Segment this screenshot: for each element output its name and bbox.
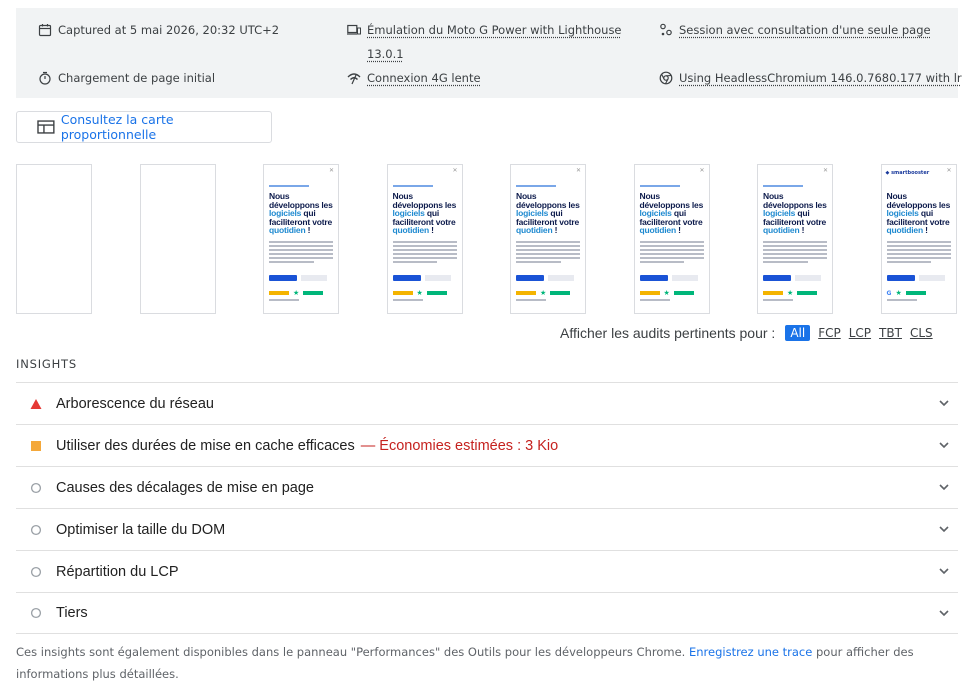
neutral-circle-icon: [30, 607, 42, 619]
neutral-circle-icon: [30, 566, 42, 578]
insight-row[interactable]: Optimiser la taille du DOM: [16, 508, 958, 550]
wifi-icon: [347, 71, 361, 85]
close-icon: ✕: [575, 167, 581, 174]
browser-info[interactable]: Using HeadlessChromium 146.0.7680.177 wi…: [659, 71, 962, 85]
devices-icon: [347, 23, 361, 37]
filmstrip-frame: ✕ Nous développons les logiciels qui faci…: [633, 164, 710, 314]
filmstrip-frame: [139, 164, 216, 314]
filter-chip-tbt[interactable]: TBT: [879, 326, 902, 340]
filter-label: Afficher les audits pertinents pour :: [560, 325, 776, 341]
chrome-icon: [659, 71, 673, 85]
insights-list: Arborescence du réseau Utiliser des durée…: [16, 382, 958, 634]
insight-savings: — Économies estimées : 3 Kio: [360, 437, 559, 454]
filter-chip-all[interactable]: All: [785, 325, 811, 341]
frame-headline: Nous développons les logiciels qui facil…: [763, 191, 827, 236]
frame-headline: Nous développons les logiciels qui facil…: [516, 191, 580, 236]
filmstrip: ✕ Nous développons les logiciels qui faci…: [16, 164, 958, 314]
record-trace-link[interactable]: Enregistrez une trace: [689, 645, 812, 659]
filmstrip-frame: [16, 164, 92, 314]
view-treemap-button[interactable]: Consultez la carte proportionnelle: [16, 111, 272, 143]
neutral-circle-icon: [30, 482, 42, 494]
frame-headline: Nous développons les logiciels qui facil…: [639, 191, 704, 236]
captured-info: Captured at 5 mai 2026, 20:32 UTC+2: [38, 23, 279, 37]
filmstrip-frame: ✕ Nous développons les logiciels qui faci…: [510, 164, 586, 314]
insight-row[interactable]: Tiers: [16, 592, 958, 634]
stopwatch-icon: [38, 71, 52, 85]
chevron-down-icon[interactable]: [938, 397, 950, 409]
insight-row[interactable]: Utiliser des durées de mise en cache eff…: [16, 424, 958, 466]
insight-title: Utiliser des durées de mise en cache eff…: [56, 437, 355, 454]
filmstrip-frame: ✕ Nous développons les logiciels qui faci…: [757, 164, 833, 314]
frame-headline: Nous développons les logiciels qui facil…: [886, 191, 951, 236]
insight-row[interactable]: Arborescence du réseau: [16, 382, 958, 424]
chevron-down-icon[interactable]: [938, 565, 950, 577]
filter-chip-cls[interactable]: CLS: [910, 326, 933, 340]
insight-row[interactable]: Causes des décalages de mise en page: [16, 466, 958, 508]
filmstrip-frame: ✕ ◆ smartbooster Nous développons les logi…: [880, 164, 957, 314]
filter-chip-lcp[interactable]: LCP: [849, 326, 871, 340]
close-icon: ✕: [946, 167, 952, 174]
insight-title: Tiers: [56, 605, 88, 621]
neutral-circle-icon: [30, 524, 42, 536]
filmstrip-frame: ✕ Nous développons les logiciels qui faci…: [263, 164, 339, 314]
insights-heading: INSIGHTS: [16, 357, 77, 371]
chevron-down-icon[interactable]: [938, 481, 950, 493]
close-icon: ✕: [822, 167, 828, 174]
load-info: Chargement de page initial: [38, 71, 215, 85]
chevron-down-icon[interactable]: [938, 607, 950, 619]
brand-logo: ◆ smartbooster: [885, 170, 930, 176]
frame-headline: Nous développons les logiciels qui facil…: [392, 191, 457, 236]
filter-chip-fcp[interactable]: FCP: [818, 326, 841, 340]
filmstrip-frame: ✕ Nous développons les logiciels qui faci…: [386, 164, 463, 314]
close-icon: ✕: [328, 167, 334, 174]
environment-summary: Captured at 5 mai 2026, 20:32 UTC+2 Émul…: [16, 8, 962, 98]
session-info[interactable]: Session avec consultation d'une seule pa…: [659, 23, 931, 37]
insights-footer-note: Ces insights sont également disponibles …: [16, 645, 914, 681]
treemap-icon: [37, 120, 55, 134]
chevron-down-icon[interactable]: [938, 523, 950, 535]
session-icon: [659, 23, 673, 37]
insight-title: Causes des décalages de mise en page: [56, 479, 314, 496]
fail-triangle-icon: [30, 398, 42, 410]
network-info[interactable]: Connexion 4G lente: [347, 71, 481, 85]
calendar-icon: [38, 23, 52, 37]
average-square-icon: [30, 440, 42, 452]
chevron-down-icon[interactable]: [938, 439, 950, 451]
insight-title: Arborescence du réseau: [56, 395, 214, 412]
close-icon: ✕: [452, 167, 458, 174]
close-icon: ✕: [699, 167, 705, 174]
frame-headline: Nous développons les logiciels qui facil…: [269, 191, 333, 236]
insight-title: Répartition du LCP: [56, 563, 179, 580]
audit-filter: Afficher les audits pertinents pour : Al…: [560, 325, 933, 341]
emulation-info[interactable]: Émulation du Moto G Power with Lighthous…: [347, 23, 627, 66]
insight-row[interactable]: Répartition du LCP: [16, 550, 958, 592]
insight-title: Optimiser la taille du DOM: [56, 521, 226, 538]
